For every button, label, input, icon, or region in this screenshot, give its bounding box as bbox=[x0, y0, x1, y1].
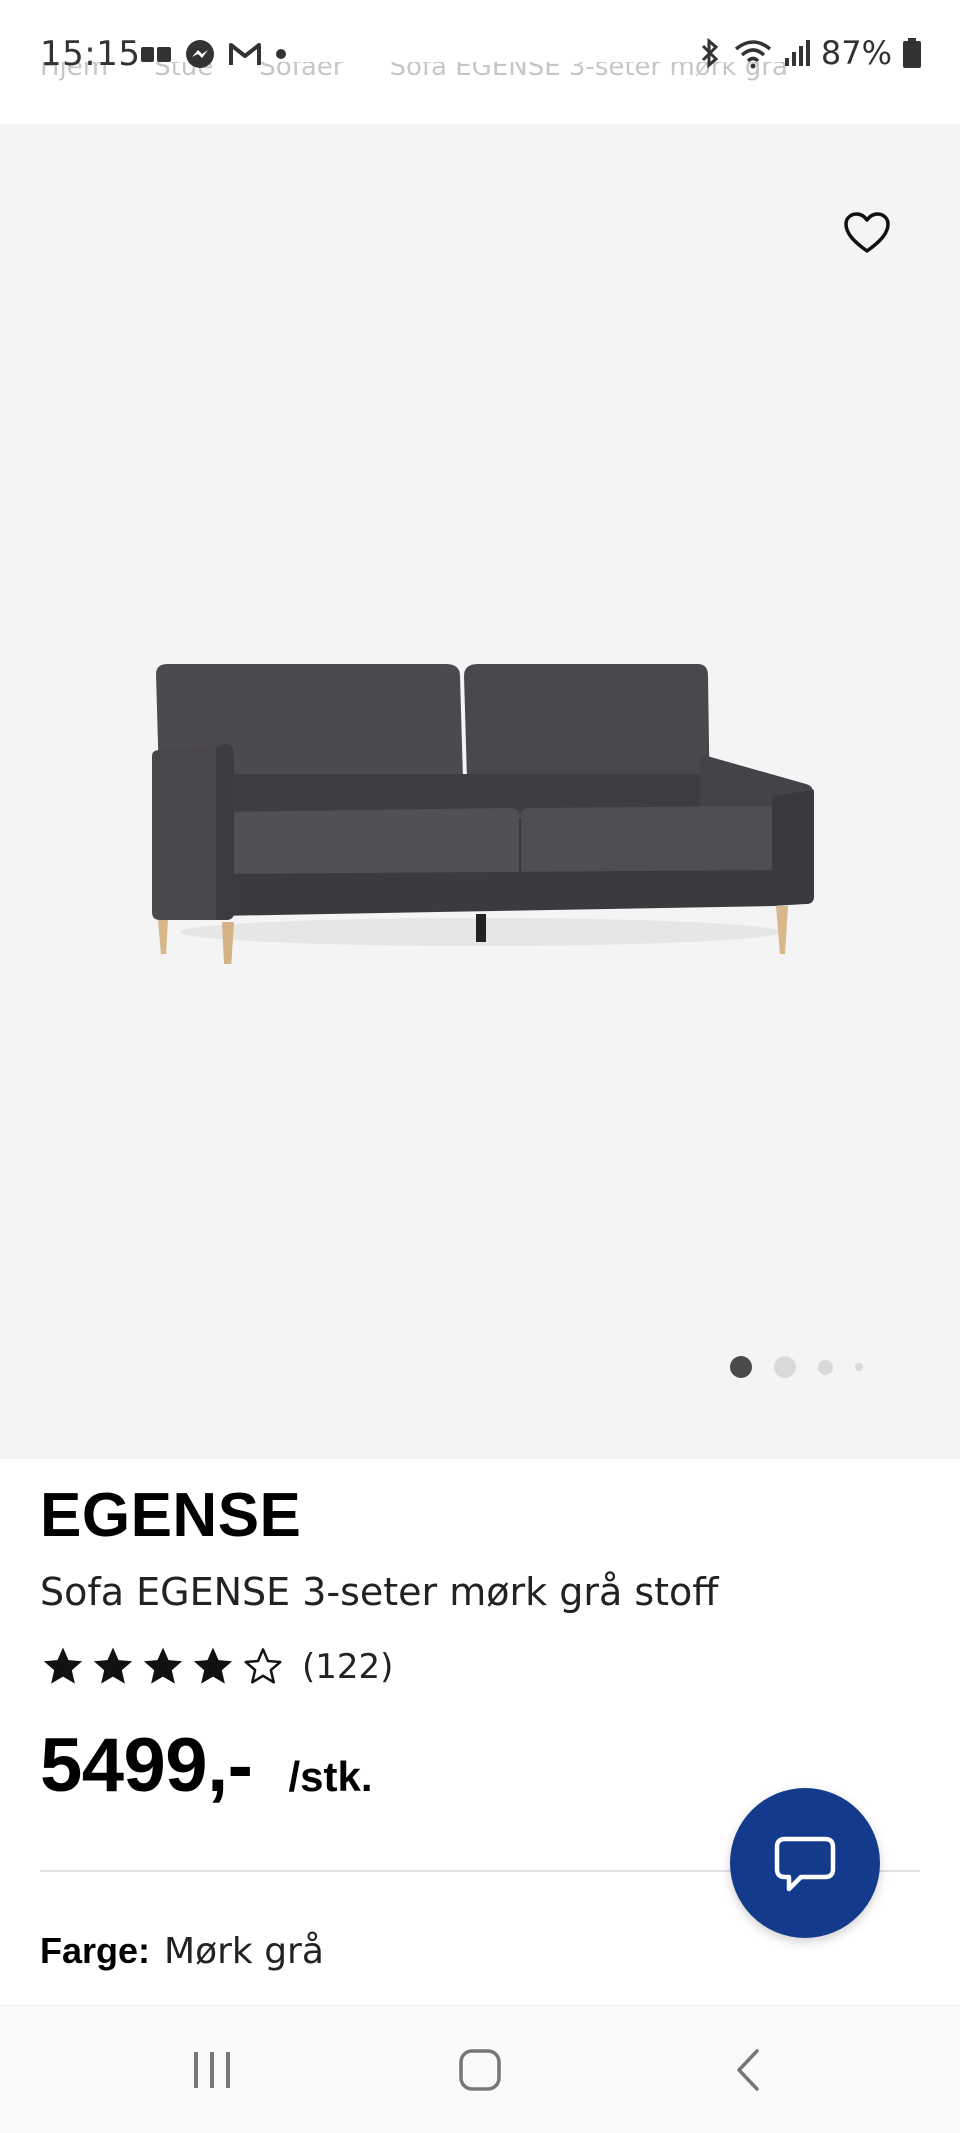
tv-icon bbox=[141, 47, 171, 62]
page: Hjem Stue Sofaer Sofa EGENSE 3-seter mør… bbox=[0, 0, 960, 2133]
status-bar: Hjem Stue Sofaer Sofa EGENSE 3-seter mør… bbox=[0, 0, 960, 124]
color-value: Mørk grå bbox=[164, 1931, 324, 1972]
star-filled-icon bbox=[43, 1647, 83, 1684]
product-brand: EGENSE bbox=[40, 1481, 302, 1550]
product-rating[interactable]: (122) bbox=[40, 1644, 393, 1690]
back-icon bbox=[737, 2049, 759, 2091]
gmail-icon bbox=[229, 43, 261, 65]
recent-apps-icon bbox=[194, 2052, 230, 2088]
star-filled-icon bbox=[143, 1647, 183, 1684]
status-right: 87% bbox=[697, 34, 922, 72]
gallery-dot[interactable] bbox=[730, 1356, 752, 1378]
price-unit: /stk. bbox=[288, 1753, 373, 1800]
chat-button[interactable] bbox=[730, 1788, 880, 1938]
status-time: 15:15 bbox=[40, 34, 141, 74]
star-filled-icon bbox=[93, 1647, 133, 1684]
gallery-pagination bbox=[730, 1356, 863, 1378]
product-image bbox=[152, 664, 814, 964]
product-name: Sofa EGENSE 3-seter mørk grå stoff bbox=[40, 1570, 719, 1614]
chat-bubble-icon bbox=[774, 1836, 836, 1892]
gallery-dot[interactable] bbox=[774, 1356, 796, 1378]
price-row: 5499,- /stk. bbox=[40, 1722, 373, 1809]
home-icon bbox=[459, 2049, 501, 2091]
messenger-icon bbox=[186, 40, 214, 68]
signal-icon bbox=[784, 40, 810, 66]
product-image-gallery[interactable] bbox=[0, 124, 960, 1459]
heart-outline-icon bbox=[844, 212, 890, 253]
notification-icons bbox=[140, 38, 288, 70]
recent-apps-button[interactable] bbox=[132, 2006, 292, 2133]
color-selector[interactable]: Farge: Mørk grå bbox=[40, 1930, 324, 1972]
home-button[interactable] bbox=[400, 2006, 560, 2133]
back-button[interactable] bbox=[668, 2006, 828, 2133]
wifi-icon bbox=[734, 40, 771, 69]
product-price: 5499,- bbox=[40, 1723, 253, 1808]
gallery-dot[interactable] bbox=[818, 1359, 833, 1375]
review-count[interactable]: (122) bbox=[302, 1647, 393, 1687]
gallery-dot[interactable] bbox=[855, 1363, 863, 1371]
battery-icon bbox=[903, 38, 921, 68]
rating-stars bbox=[40, 1644, 286, 1690]
favorite-button[interactable] bbox=[838, 204, 896, 262]
system-nav-bar bbox=[0, 2005, 960, 2133]
bluetooth-icon bbox=[701, 37, 719, 69]
battery-percent: 87% bbox=[820, 34, 892, 72]
more-notifications-icon bbox=[276, 49, 286, 59]
color-label: Farge: bbox=[40, 1930, 151, 1971]
star-filled-icon bbox=[193, 1647, 233, 1684]
star-outline-icon bbox=[244, 1648, 282, 1684]
